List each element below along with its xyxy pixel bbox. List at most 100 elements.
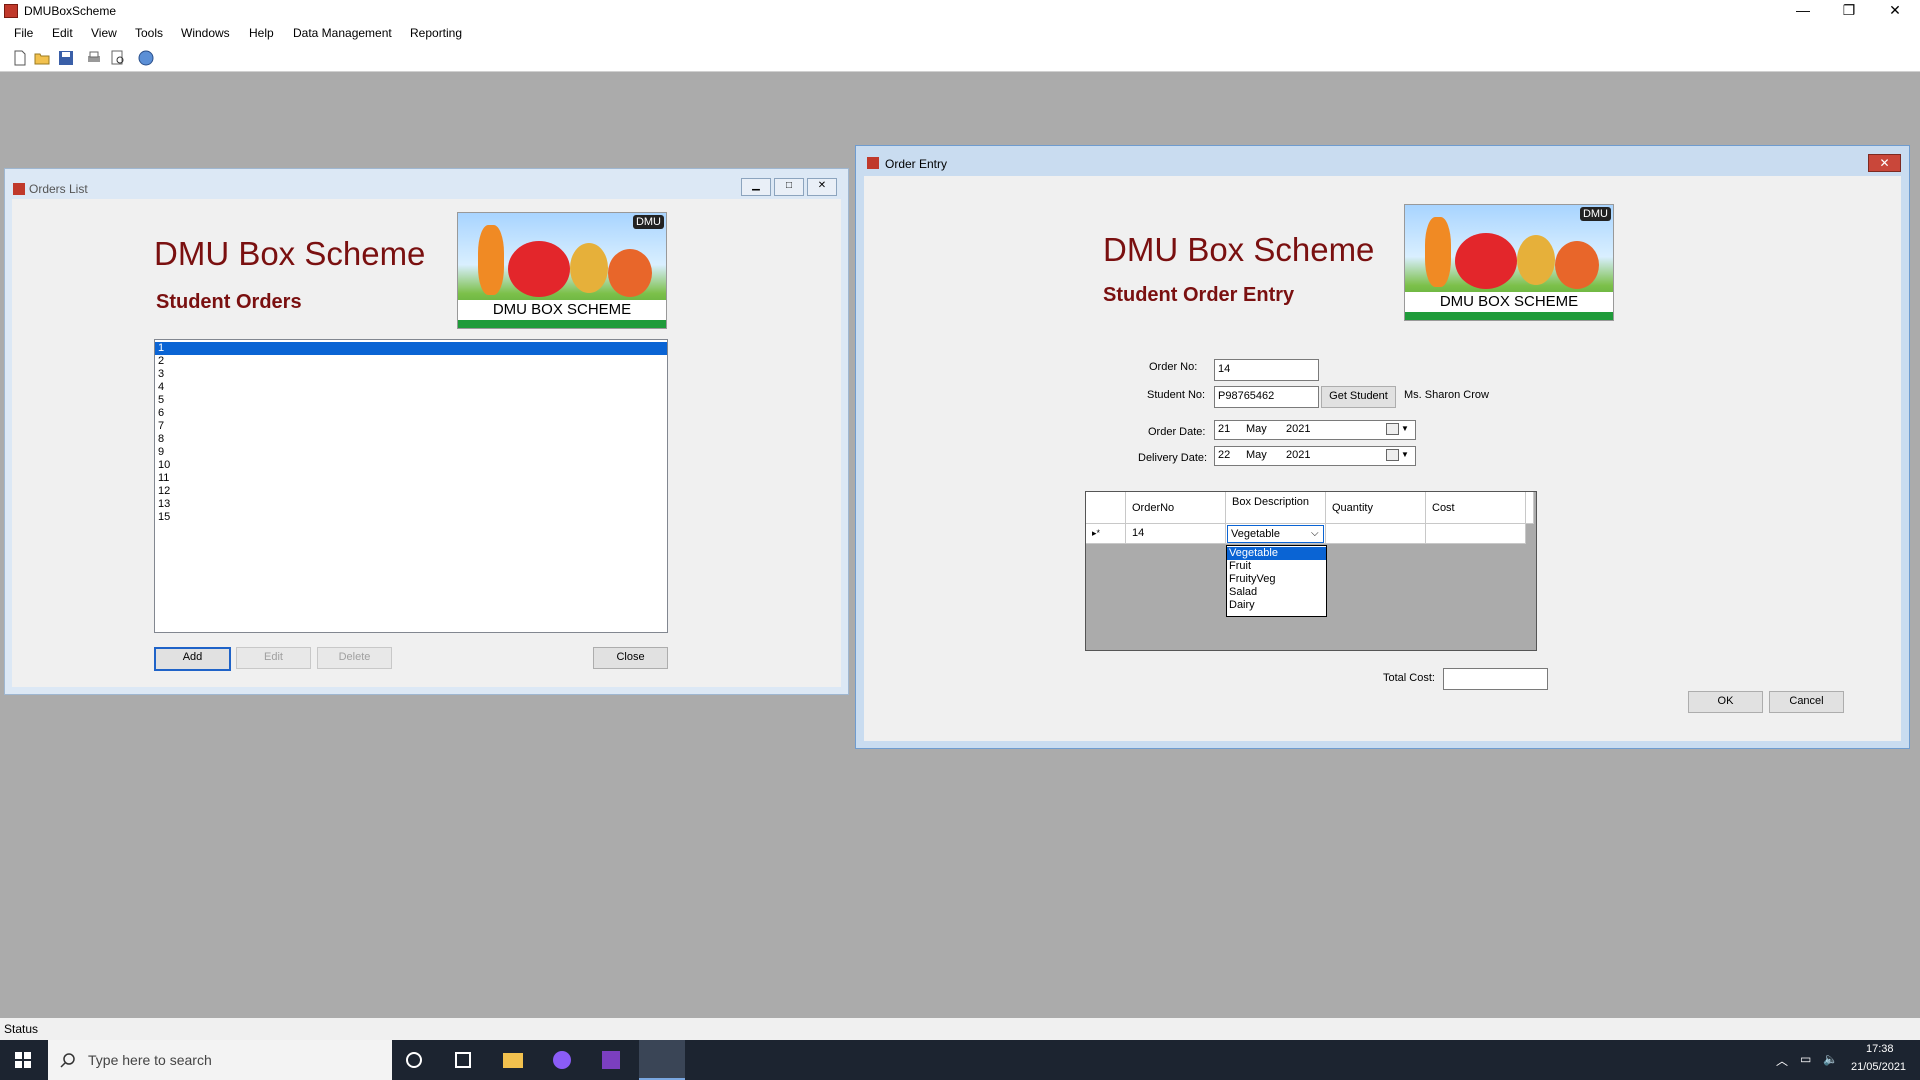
list-item[interactable]: 5 — [155, 394, 667, 407]
clock-date[interactable]: 21/05/2021 — [1851, 1061, 1906, 1073]
list-item[interactable]: 3 — [155, 368, 667, 381]
list-item[interactable]: 2 — [155, 355, 667, 368]
menu-tools[interactable]: Tools — [135, 26, 163, 40]
column-header-cost[interactable]: Cost — [1426, 492, 1526, 524]
dropdown-option[interactable]: FruityVeg — [1227, 573, 1326, 586]
cell-quantity[interactable] — [1326, 524, 1426, 544]
app-icon — [4, 4, 18, 18]
menubar: File Edit View Tools Windows Help Data M… — [0, 23, 1920, 45]
chevron-down-icon[interactable]: ▼ — [1401, 421, 1409, 437]
calendar-icon[interactable] — [1386, 423, 1399, 435]
dropdown-option[interactable]: Dairy — [1227, 599, 1326, 612]
menu-help[interactable]: Help — [249, 26, 274, 40]
menu-reporting[interactable]: Reporting — [410, 26, 462, 40]
get-student-button[interactable]: Get Student — [1321, 386, 1396, 408]
help-icon[interactable] — [138, 50, 154, 66]
cell-orderno[interactable]: 14 — [1126, 524, 1226, 544]
column-header-box-description[interactable]: Box Description — [1226, 492, 1326, 524]
menu-data-management[interactable]: Data Management — [293, 26, 392, 40]
new-file-icon[interactable] — [12, 50, 28, 66]
minimize-icon[interactable]: — — [1780, 0, 1826, 23]
cell-box-description-combo[interactable]: Vegetable ⌵ — [1226, 524, 1326, 544]
calendar-icon[interactable] — [1386, 449, 1399, 461]
cell-cost[interactable] — [1426, 524, 1526, 544]
logo-image: DMU DMU BOX SCHEME — [1404, 204, 1614, 321]
total-cost-field[interactable] — [1443, 668, 1548, 690]
list-item[interactable]: 10 — [155, 459, 667, 472]
taskbar-search-box[interactable]: Type here to search — [48, 1040, 392, 1080]
save-icon[interactable] — [58, 50, 74, 66]
list-item[interactable]: 11 — [155, 472, 667, 485]
list-item[interactable]: 12 — [155, 485, 667, 498]
list-item[interactable]: 15 — [155, 511, 667, 524]
list-item[interactable]: 1 — [155, 342, 667, 355]
menu-windows[interactable]: Windows — [181, 26, 230, 40]
print-icon[interactable] — [86, 50, 102, 66]
orders-listbox[interactable]: 1 2 3 4 5 6 7 8 9 10 11 12 13 15 — [154, 339, 668, 633]
potato-shape — [570, 243, 608, 293]
delivery-date-year: 2021 — [1286, 449, 1311, 461]
dropdown-option[interactable]: Vegetable — [1227, 547, 1326, 560]
network-icon[interactable]: ▭ — [1800, 1052, 1811, 1066]
clock-time[interactable]: 17:38 — [1866, 1043, 1894, 1055]
order-date-day: 21 — [1218, 423, 1231, 435]
task-view-icon[interactable] — [455, 1052, 471, 1068]
list-item[interactable]: 13 — [155, 498, 667, 511]
close-icon[interactable]: ✕ — [1868, 154, 1901, 172]
add-button[interactable]: Add — [154, 647, 231, 671]
file-explorer-icon[interactable] — [503, 1053, 523, 1068]
potato-shape — [1517, 235, 1555, 285]
orders-list-titlebar: Orders List ▁ □ ✕ — [5, 169, 848, 196]
chevron-down-icon[interactable]: ⌵ — [1311, 526, 1319, 542]
dropdown-option[interactable]: Fruit — [1227, 560, 1326, 573]
student-no-field[interactable]: P98765462 — [1214, 386, 1319, 408]
minimize-icon[interactable]: ▁ — [741, 178, 771, 196]
column-header-orderno[interactable]: OrderNo — [1126, 492, 1226, 524]
tray-chevron-up-icon[interactable]: ︿ — [1776, 1052, 1788, 1069]
ok-button[interactable]: OK — [1688, 691, 1763, 713]
order-date-picker[interactable]: 21 May 2021 ▼ — [1214, 420, 1416, 440]
box-description-dropdown-list[interactable]: Vegetable Fruit FruityVeg Salad Dairy — [1226, 545, 1327, 617]
dmu-app-taskbar-icon[interactable] — [639, 1040, 685, 1080]
close-icon[interactable]: ✕ — [807, 178, 837, 196]
logo-caption: DMU BOX SCHEME — [1405, 292, 1613, 312]
cortana-icon[interactable] — [406, 1052, 422, 1068]
print-preview-icon[interactable] — [110, 50, 126, 66]
order-no-field[interactable]: 14 — [1214, 359, 1319, 381]
visual-studio-icon[interactable] — [602, 1051, 620, 1069]
windows-start-icon[interactable] — [15, 1052, 31, 1068]
menu-view[interactable]: View — [91, 26, 117, 40]
menu-file[interactable]: File — [14, 26, 33, 40]
cancel-button[interactable]: Cancel — [1769, 691, 1844, 713]
maximize-icon[interactable]: □ — [774, 178, 804, 196]
delivery-date-month: May — [1246, 449, 1267, 461]
row-indicator[interactable]: ▸* — [1086, 524, 1126, 544]
delivery-date-day: 22 — [1218, 449, 1231, 461]
list-item[interactable]: 7 — [155, 420, 667, 433]
browser-icon[interactable] — [553, 1051, 571, 1069]
dropdown-option[interactable]: Salad — [1227, 586, 1326, 599]
combobox-value: Vegetable — [1231, 528, 1280, 540]
page-title: DMU Box Scheme — [154, 235, 426, 272]
volume-icon[interactable]: 🔈 — [1823, 1052, 1838, 1066]
restore-icon[interactable]: ❐ — [1826, 0, 1872, 23]
open-folder-icon[interactable] — [34, 50, 50, 66]
orders-list-title: Orders List — [29, 182, 88, 196]
delete-button[interactable]: Delete — [317, 647, 392, 669]
box-description-combobox[interactable]: Vegetable ⌵ — [1227, 525, 1324, 543]
list-item[interactable]: 8 — [155, 433, 667, 446]
app-titlebar: DMUBoxScheme — ❐ ✕ — [0, 0, 1920, 23]
delivery-date-picker[interactable]: 22 May 2021 ▼ — [1214, 446, 1416, 466]
edit-button[interactable]: Edit — [236, 647, 311, 669]
page-title: DMU Box Scheme — [1103, 231, 1375, 268]
close-icon[interactable]: ✕ — [1872, 0, 1918, 23]
column-header-quantity[interactable]: Quantity — [1326, 492, 1426, 524]
menu-edit[interactable]: Edit — [52, 26, 73, 40]
chevron-down-icon[interactable]: ▼ — [1401, 447, 1409, 463]
list-item[interactable]: 9 — [155, 446, 667, 459]
close-button[interactable]: Close — [593, 647, 668, 669]
list-item[interactable]: 6 — [155, 407, 667, 420]
list-item[interactable]: 4 — [155, 381, 667, 394]
page-subtitle: Student Orders — [156, 291, 302, 313]
orders-list-body: DMU Box Scheme Student Orders DMU DMU BO… — [12, 199, 841, 687]
